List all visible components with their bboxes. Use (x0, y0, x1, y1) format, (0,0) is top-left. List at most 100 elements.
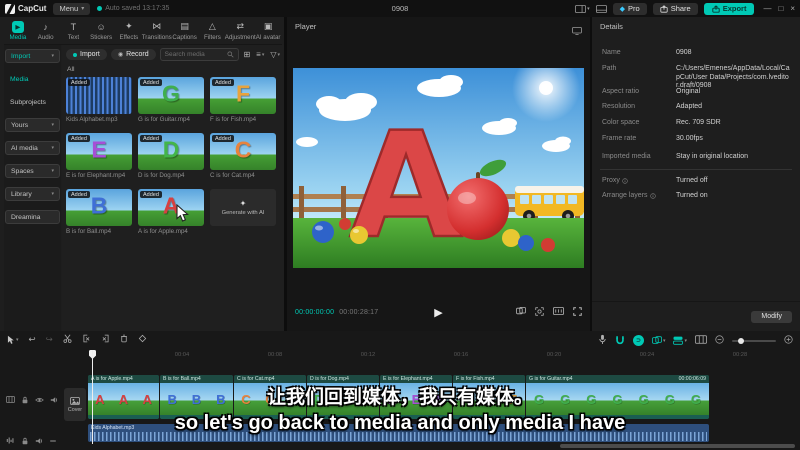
delete-right-icon[interactable] (101, 334, 110, 345)
tab-filters[interactable]: △ Filters (199, 21, 227, 41)
chevron-down-icon: ▾ (51, 168, 54, 174)
media-grid: Added Kids Alphabet.mp3 Added G G is for… (66, 77, 276, 235)
sidebar-item-import[interactable]: Import ▾ (5, 49, 60, 63)
mirror-preview-icon[interactable] (516, 307, 526, 317)
ruler-label: 00:28 (732, 352, 748, 358)
media-item-c-cat[interactable]: Added C C is for Cat.mp4 (210, 133, 276, 179)
player-panel: Player A 00:00:00:00 00:00:28:17 ▶ (287, 17, 590, 331)
tab-effects[interactable]: ✦ Effects (115, 21, 143, 41)
media-item-a-apple[interactable]: Added A A is for Apple.mp4 (138, 189, 204, 235)
search-input[interactable]: Search media (159, 48, 240, 61)
timeline-zoom-slider[interactable] (732, 337, 776, 344)
detail-label: Proxy (602, 177, 676, 184)
ratio-icon[interactable] (553, 307, 564, 317)
tab-text[interactable]: T Text (60, 21, 88, 41)
subtitle-english: so let's go back to media and only media… (174, 412, 626, 434)
sidebar-item-ai-media[interactable]: AI media ▾ (5, 141, 60, 155)
timeline-horizontal-scrollbar[interactable] (560, 444, 795, 448)
close-button[interactable]: × (790, 4, 795, 13)
detail-value: Turned on (676, 192, 708, 199)
audio-note-icon: ♪ (43, 21, 48, 32)
ruler-label: 00:20 (546, 352, 562, 358)
chevron-down-icon: ▾ (51, 53, 54, 59)
export-button[interactable]: Export (703, 2, 755, 15)
tab-ai-avatar[interactable]: ▣ AI avatar (254, 21, 282, 41)
media-item-e-elephant[interactable]: Added E E is for Elephant.mp4 (66, 133, 132, 179)
menu-label: Menu (59, 4, 79, 13)
menu-button[interactable]: Menu ▾ (53, 2, 91, 15)
maximize-button[interactable]: □ (778, 4, 783, 13)
auto-snap-icon[interactable]: ⊃ (632, 335, 644, 346)
player-display-icon[interactable] (572, 22, 582, 40)
sidebar-item-library[interactable]: Library ▾ (5, 187, 60, 201)
ai-sparkle-icon: ✦ (239, 199, 247, 208)
media-item-b-ball[interactable]: Added B B is for Ball.mp4 (66, 189, 132, 235)
generate-with-ai-card[interactable]: ✦ Generate with AI (210, 189, 276, 235)
filter-icon[interactable]: ▽ ▾ (270, 50, 280, 59)
link-preview-icon[interactable]: ▾ (652, 336, 665, 345)
select-tool-icon[interactable]: ▾ (7, 335, 19, 345)
split-icon[interactable] (63, 334, 72, 345)
sticker-icon: ☺ (96, 21, 106, 32)
delete-left-icon[interactable] (82, 334, 91, 345)
voiceover-mic-icon[interactable] (598, 334, 607, 347)
sidebar-item-yours[interactable]: Yours ▾ (5, 118, 60, 132)
minimize-button[interactable]: — (763, 4, 771, 13)
grid-view-icon[interactable]: ⊞ (243, 50, 250, 59)
sidebar-item-spaces[interactable]: Spaces ▾ (5, 164, 60, 178)
tab-audio[interactable]: ♪ Audio (32, 21, 60, 41)
pro-button[interactable]: ◆ Pro (612, 2, 647, 15)
tab-captions[interactable]: ▤ Captions (171, 21, 199, 41)
letter-thumb-glyph: B (90, 192, 108, 219)
keyframe-icon[interactable] (138, 334, 147, 345)
added-badge: Added (140, 191, 162, 198)
video-preview[interactable]: A (293, 54, 584, 272)
tab-media[interactable]: ▶ Media (4, 20, 32, 41)
detail-value: 0908 (676, 49, 692, 56)
timeline-ruler[interactable]: 00:04 00:08 00:12 00:16 00:20 00:24 00:2… (88, 350, 800, 362)
record-button[interactable]: ◉ Record (110, 49, 156, 60)
detail-value: 30.00fps (676, 135, 703, 142)
panel-layout-icon[interactable] (595, 4, 607, 13)
tab-stickers[interactable]: ☺ Stickers (87, 21, 115, 41)
ruler-label: 00:16 (453, 352, 469, 358)
fullscreen-icon[interactable] (573, 306, 582, 318)
sidebar-item-dreamina[interactable]: Dreamina (5, 210, 60, 224)
media-item-f-fish[interactable]: Added F F is for Fish.mp4 (210, 77, 276, 123)
zoom-slider-handle[interactable] (738, 337, 744, 344)
preview-frames-icon[interactable] (695, 335, 707, 346)
tab-adjustment[interactable]: ⇄ Adjustment (225, 21, 256, 41)
media-item-kids-alphabet[interactable]: Added Kids Alphabet.mp3 (66, 77, 132, 123)
autosave-dot-icon (97, 6, 103, 11)
zoom-in-icon[interactable] (784, 335, 793, 346)
zoom-out-icon[interactable] (715, 335, 724, 346)
detail-value: C:/Users/Emenes/AppData/Local/CapCut/Use… (676, 65, 790, 89)
chevron-down-icon: ▾ (81, 6, 85, 12)
focus-preview-icon[interactable] (535, 306, 544, 318)
share-button[interactable]: Share (652, 2, 698, 15)
media-item-g-guitar[interactable]: Added G G is for Guitar.mp4 (138, 77, 204, 123)
pro-diamond-icon: ◆ (619, 5, 626, 13)
redo-icon[interactable]: ↪ (46, 334, 53, 345)
pro-label: Pro (628, 4, 640, 13)
subtitle-chinese: 让我们回到媒体，我只有媒体。 (266, 387, 533, 408)
layout-toggle-icon[interactable]: ▾ (575, 4, 590, 13)
all-filter-label[interactable]: All (67, 66, 75, 73)
sort-icon[interactable]: ≡ ▾ (256, 50, 264, 59)
share-label: Share (670, 4, 691, 13)
sidebar-item-subprojects[interactable]: Subprojects (5, 95, 60, 109)
import-button[interactable]: Import (66, 49, 107, 60)
media-item-d-dog[interactable]: Added D D is for Dog.mp4 (138, 133, 204, 179)
details-header: Details (600, 22, 623, 31)
letter-a: A (350, 101, 463, 268)
tab-transitions[interactable]: ⋈ Transitions (142, 21, 172, 41)
play-button[interactable]: ▶ (434, 306, 442, 319)
info-icon (649, 192, 656, 199)
delete-icon[interactable] (120, 334, 128, 345)
letter-thumb-glyph: C (234, 136, 252, 163)
undo-icon[interactable]: ↩ (29, 334, 36, 345)
modify-button[interactable]: Modify (751, 310, 792, 323)
track-options-icon[interactable]: ▾ (673, 336, 687, 345)
sidebar-item-media[interactable]: Media (5, 72, 60, 86)
magnet-snap-icon[interactable] (615, 335, 625, 347)
